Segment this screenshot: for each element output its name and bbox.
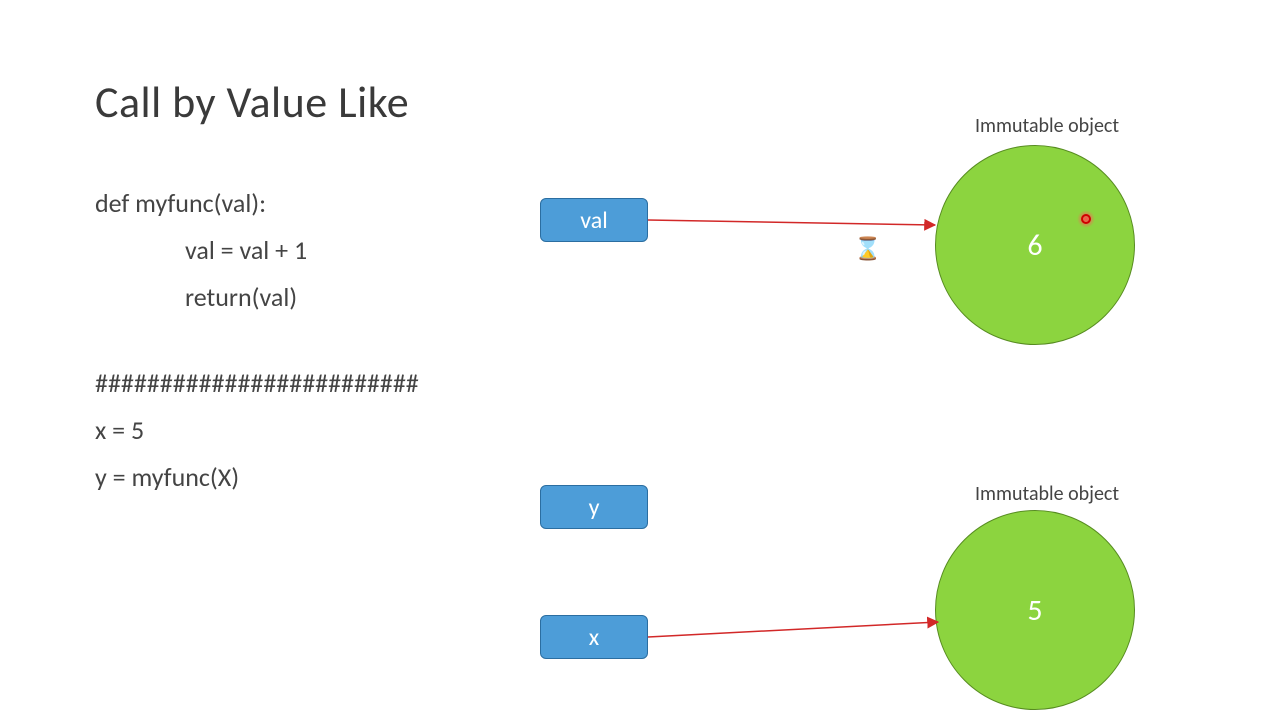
slide-title: Call by Value Like [95,75,409,129]
immutable-object-top: 6 [935,145,1135,345]
code-separator: ######################### [95,360,419,407]
code-line-y: y = myfunc(X) [95,454,419,501]
code-block: def myfunc(val): val = val + 1 return(va… [95,180,419,501]
slide: Call by Value Like def myfunc(val): val … [0,0,1280,720]
arrow-val-to-6 [648,220,935,225]
var-label-val: val [580,206,608,235]
laser-pointer-icon [1077,210,1095,228]
object-value-top: 6 [1027,227,1042,264]
object-caption-bottom: Immutable object [975,482,1119,506]
hourglass-cursor-icon: ⌛ [854,235,881,262]
var-label-y: y [589,493,600,522]
code-line-assign: val = val + 1 [95,227,419,274]
var-label-x: x [589,623,599,652]
var-box-y: y [540,485,648,529]
var-box-val: val [540,198,648,242]
object-value-bottom: 5 [1027,592,1042,629]
code-line-def: def myfunc(val): [95,180,419,227]
arrow-x-to-5 [648,622,938,637]
immutable-object-bottom: 5 [935,510,1135,710]
var-box-x: x [540,615,648,659]
object-caption-top: Immutable object [975,114,1119,138]
code-line-return: return(val) [95,274,419,321]
code-line-x: x = 5 [95,407,419,454]
